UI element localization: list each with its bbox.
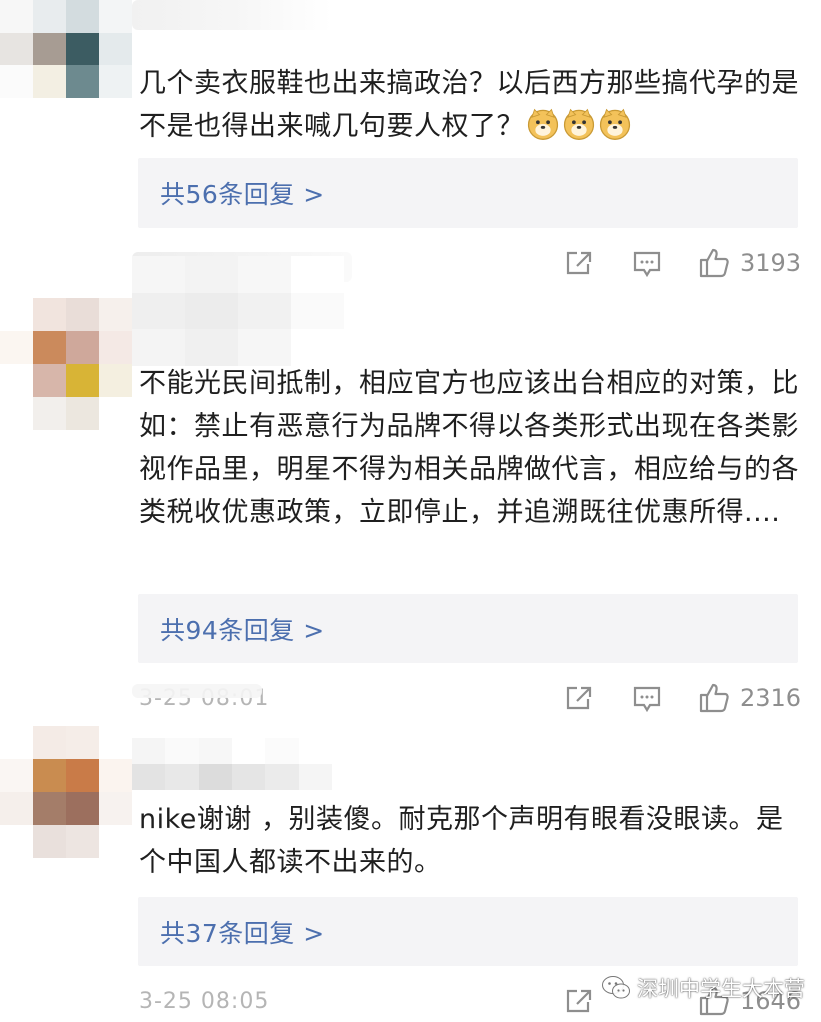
share-button[interactable] [565,250,593,276]
comment-icon [633,251,661,278]
view-replies-button[interactable]: 共94条回复 > [138,594,798,663]
reply-button[interactable] [633,250,661,278]
doge-emoji-icon [563,108,595,140]
share-icon [566,686,592,710]
username-blurred[interactable] [132,256,344,366]
view-replies-button[interactable]: 共37条回复 > [138,897,798,966]
replies-link[interactable]: 共37条回复 > [160,914,325,950]
like-count: 3193 [740,249,802,277]
like-button[interactable]: 3193 [698,247,801,279]
avatar[interactable] [0,298,132,430]
comment-text: 几个卖衣服鞋也出来搞政治？以后西方那些搞代孕的是不是也得出来喊几句要人权了？ [139,68,799,142]
thumbs-up-icon [699,248,729,278]
share-icon [566,251,592,275]
replies-link[interactable]: 共94条回复 > [160,611,325,647]
comment-time: 3-25 08:05 [139,989,270,1014]
share-button[interactable] [565,988,593,1014]
avatar[interactable] [0,0,132,98]
comment-text: 不能光民间抵制，相应官方也应该出台相应的对策，比如：禁止有恶意行为品牌不得以各类… [139,368,799,528]
share-icon [566,989,592,1013]
doge-emoji-icon [599,108,631,140]
username-blurred[interactable] [132,738,332,790]
timestamp-blurred [132,684,262,698]
like-button[interactable]: 2316 [698,682,801,714]
comment-icon [633,686,661,713]
reply-button[interactable] [633,685,661,713]
share-button[interactable] [565,685,593,711]
watermark-text: 深圳中学生大本营 [637,977,805,1001]
view-replies-button[interactable]: 共56条回复 > [138,158,798,228]
watermark: 深圳中学生大本营 [601,973,805,1003]
avatar[interactable] [0,726,132,858]
username-blurred[interactable] [132,0,332,30]
replies-link[interactable]: 共56条回复 > [160,175,325,211]
comment-text: nike谢谢 ，别装傻。耐克那个声明有眼看没眼读。是个中国人都读不出来的。 [139,804,784,878]
thumbs-up-icon [699,683,729,713]
wechat-icon [602,976,630,999]
doge-emoji-icon [527,108,559,140]
like-count: 2316 [740,684,802,712]
